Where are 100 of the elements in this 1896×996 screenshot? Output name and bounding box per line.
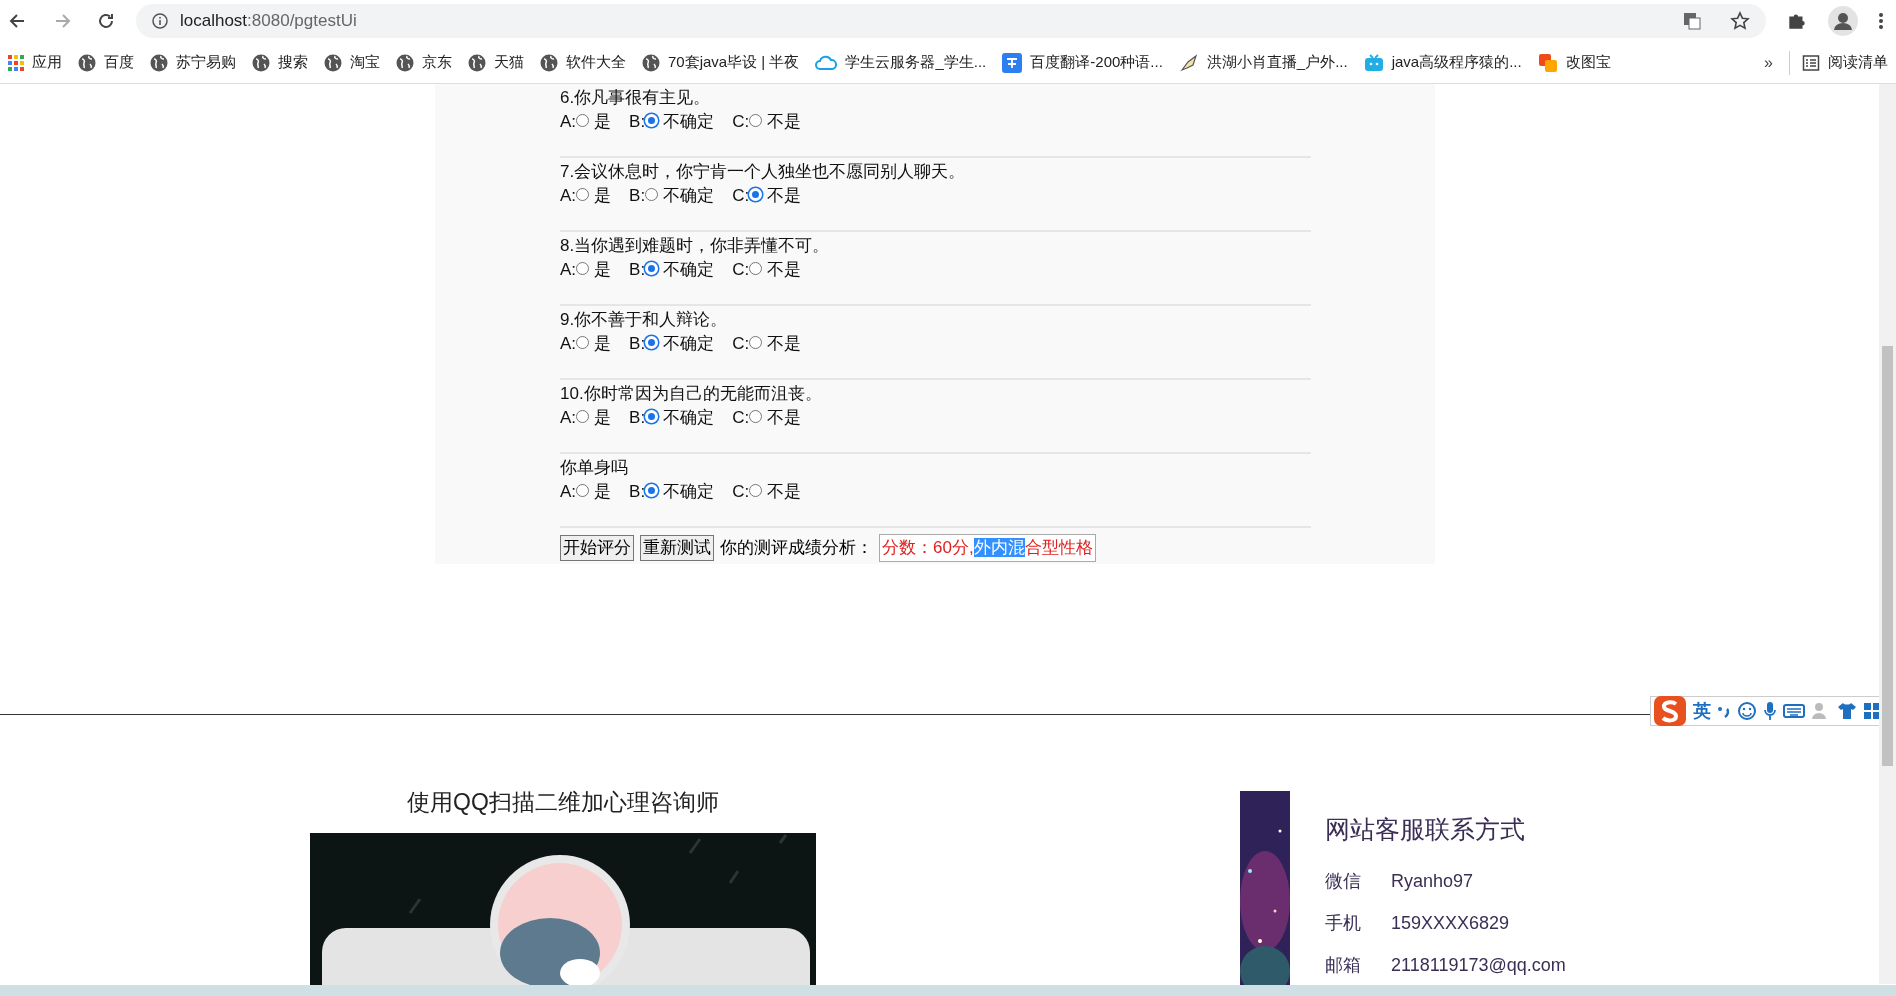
option-label: 是 (594, 185, 612, 207)
option-prefix: A: (560, 185, 577, 207)
option-prefix: B: (629, 481, 646, 503)
keyboard-icon[interactable] (1783, 703, 1805, 719)
bookmark[interactable]: 软件大全 (540, 51, 626, 74)
ime-mode[interactable]: 英 (1693, 697, 1711, 725)
question-text: 8.当你遇到难题时，你非弄懂不可。 (560, 235, 831, 257)
globe-icon (252, 53, 270, 72)
radio-button[interactable] (749, 483, 763, 497)
option-label: 不确定 (663, 185, 715, 207)
globe-icon (468, 53, 486, 72)
contact-label: 微信 (1325, 870, 1362, 893)
option-prefix: A: (560, 111, 577, 133)
option-label: 不确定 (663, 259, 715, 281)
option-prefix: C: (732, 481, 750, 503)
button[interactable]: 重新测试 (640, 534, 714, 561)
radio-button[interactable] (749, 113, 763, 127)
radio-button[interactable] (576, 261, 590, 275)
bookmark[interactable]: 淘宝 (324, 51, 380, 74)
reading-list[interactable]: 阅读清单 (1828, 51, 1888, 74)
option-prefix: C: (732, 185, 750, 207)
radio-button[interactable] (576, 113, 590, 127)
option-label: 不确定 (663, 111, 715, 133)
globe-icon (78, 53, 96, 72)
question-text: 9.你不善于和人辩论。 (560, 309, 729, 331)
bookmark[interactable]: 改图宝 (1537, 51, 1611, 74)
bookmark[interactable]: 百度翻译-200种语... (1002, 51, 1163, 74)
radio-button[interactable] (576, 335, 590, 349)
apps-icon (8, 54, 24, 71)
option-label: 不是 (767, 111, 802, 133)
bookmark[interactable]: java高级程序猿的... (1363, 51, 1522, 74)
option-prefix: B: (629, 333, 646, 355)
option-prefix: C: (732, 111, 750, 133)
profile-icon[interactable] (1828, 6, 1858, 36)
globe-icon (642, 53, 660, 72)
option-prefix: A: (560, 259, 577, 281)
bookmark[interactable]: 天猫 (468, 51, 524, 74)
bookmark[interactable]: 70套java毕设 | 半夜 (642, 51, 800, 74)
question-text: 10.你时常因为自己的无能而沮丧。 (560, 383, 823, 405)
radio-button[interactable] (645, 187, 659, 201)
radio-button[interactable] (749, 409, 763, 423)
option-prefix: B: (629, 259, 646, 281)
option-label: 不确定 (663, 407, 715, 429)
bookmark[interactable]: 搜索 (252, 51, 308, 74)
shirt-icon[interactable] (1837, 701, 1857, 721)
radio-button[interactable] (749, 335, 763, 349)
contact-value: 159XXXX6829 (1391, 912, 1510, 935)
option-label: 不是 (767, 333, 802, 355)
info-icon[interactable] (152, 13, 168, 29)
contact-label: 手机 (1325, 912, 1362, 935)
globe-icon (540, 53, 558, 72)
bookmark[interactable]: 苏宁易购 (150, 51, 236, 74)
tv-icon (1363, 53, 1384, 72)
option-prefix: B: (629, 185, 646, 207)
option-prefix: B: (629, 111, 646, 133)
question-text: 你单身吗 (560, 457, 629, 479)
bookmark[interactable]: 京东 (396, 51, 452, 74)
contact-value: 2118119173@qq.com (1391, 954, 1566, 977)
option-label: 是 (594, 333, 612, 355)
option-label: 是 (594, 481, 612, 503)
option-label: 是 (594, 407, 612, 429)
contact-value: Ryanho97 (1391, 870, 1474, 893)
option-prefix: A: (560, 333, 577, 355)
question-text: 7.会议休息时，你宁肯一个人独坐也不愿同别人聊天。 (560, 161, 967, 183)
result-label: 你的测评成绩分析： (720, 537, 873, 559)
option-label: 不确定 (663, 481, 715, 503)
microphone-icon[interactable] (1763, 701, 1777, 721)
more-bookmarks[interactable]: » (1764, 50, 1773, 75)
button[interactable]: 开始评分 (560, 534, 634, 561)
cloud-icon (815, 54, 838, 71)
bookmark[interactable]: 应用 (8, 51, 62, 74)
question-text: 6.你凡事很有主见。 (560, 87, 712, 109)
address-bar[interactable]: localhost:8080/pgtestUi (136, 4, 1766, 38)
option-prefix: C: (732, 407, 750, 429)
radio-button[interactable] (749, 261, 763, 275)
reading-list-icon[interactable] (1802, 53, 1820, 72)
globe-icon (396, 53, 414, 72)
radio-button[interactable] (576, 187, 590, 201)
option-prefix: C: (732, 333, 750, 355)
radio-button[interactable] (576, 409, 590, 423)
radio-button[interactable] (576, 483, 590, 497)
contact-label: 邮箱 (1325, 954, 1362, 977)
reload-icon[interactable] (96, 11, 116, 31)
option-label: 是 (594, 259, 612, 281)
smiley-icon[interactable] (1737, 701, 1757, 721)
option-prefix: A: (560, 407, 577, 429)
option-prefix: B: (629, 407, 646, 429)
bookmark[interactable]: 百度 (78, 51, 134, 74)
bookmark[interactable]: 洪湖小肖直播_户外... (1178, 51, 1348, 74)
star-icon[interactable] (1730, 11, 1750, 31)
grid-icon[interactable] (1863, 702, 1881, 720)
squares-icon (1537, 52, 1558, 73)
globe-icon (324, 53, 342, 72)
option-label: 不确定 (663, 333, 715, 355)
option-label: 不是 (767, 185, 802, 207)
url-text: localhost:8080/pgtestUi (180, 10, 357, 33)
qr-title: 使用QQ扫描二维加心理咨询师 (407, 787, 719, 817)
option-label: 不是 (767, 481, 802, 503)
bookmark[interactable]: 学生云服务器_学生... (815, 51, 987, 74)
menu-icon[interactable] (1878, 11, 1884, 31)
